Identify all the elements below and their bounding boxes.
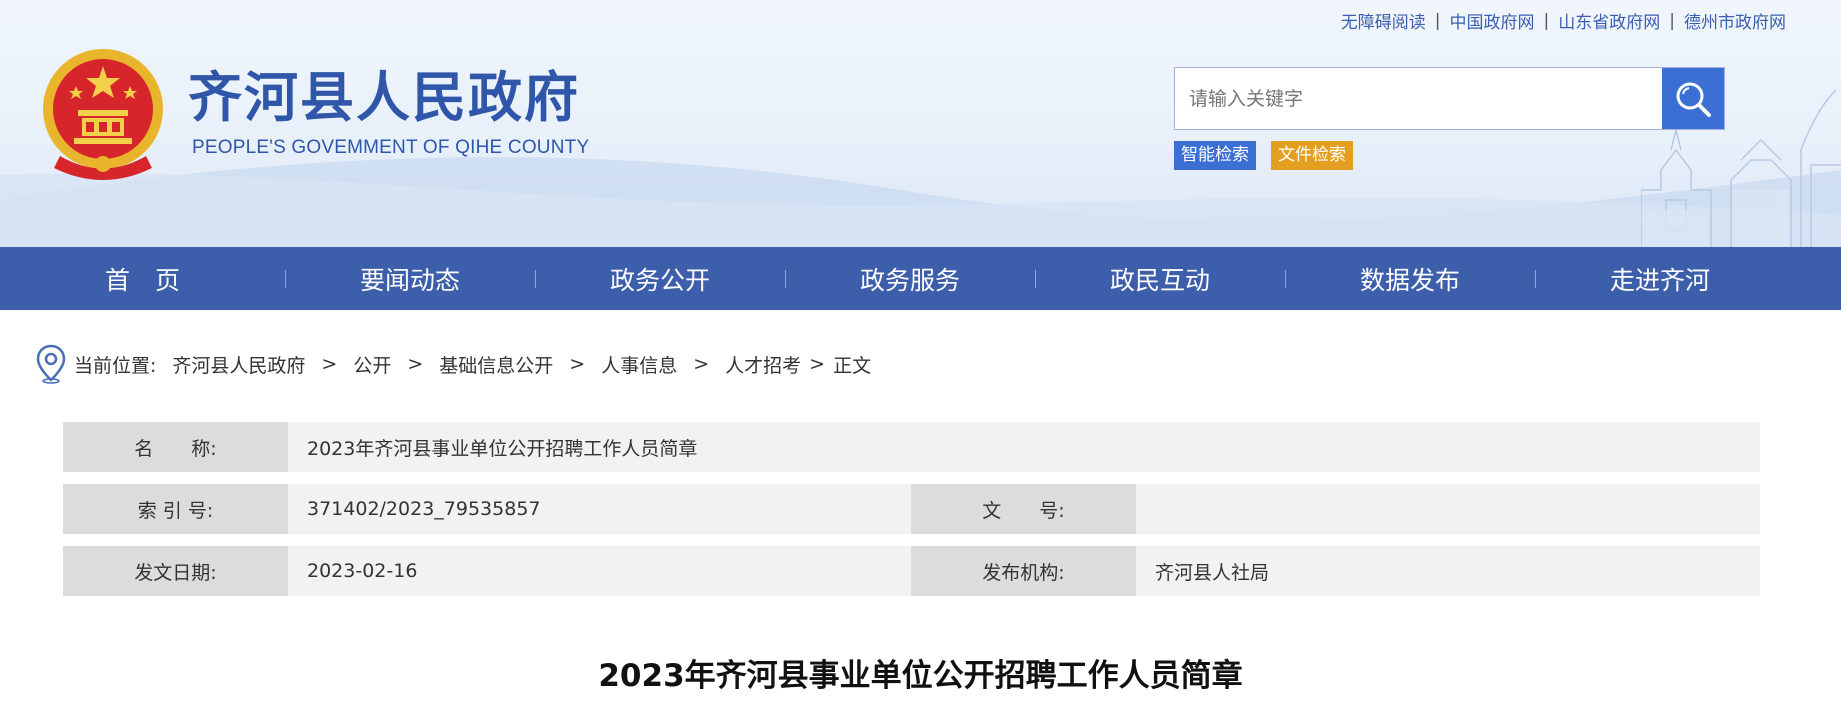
article-title: 2023年齐河县事业单位公开招聘工作人员简章 (598, 658, 1243, 694)
breadcrumb-item[interactable]: 人事信息 (601, 351, 677, 378)
info-row-name: 名 称: 2023年齐河县事业单位公开招聘工作人员简章 (63, 422, 1760, 472)
info-row-date: 发文日期: 2023-02-16 发布机构: 齐河县人社局 (63, 546, 1760, 596)
info-value: 371402/2023_79535857 (307, 498, 541, 520)
breadcrumb: 当前位置: 齐河县人民政府 > 公开 > 基础信息公开 > 人事信息 > 人才招… (36, 344, 871, 384)
info-label: 名 称: (63, 422, 288, 472)
nav-about-qihe[interactable]: 走进齐河 (1535, 247, 1785, 310)
breadcrumb-separator: > (321, 353, 338, 375)
info-label: 文 号: (911, 484, 1136, 534)
nav-data-release[interactable]: 数据发布 (1285, 247, 1535, 310)
smart-search-button[interactable]: 智能检索 (1174, 141, 1256, 170)
landmark-illustration (1641, 90, 1841, 247)
search-input[interactable] (1175, 68, 1662, 129)
breadcrumb-item[interactable]: 基础信息公开 (439, 351, 553, 378)
breadcrumb-item[interactable]: 公开 (353, 351, 391, 378)
nav-interaction[interactable]: 政民互动 (1035, 247, 1285, 310)
link-shandong-gov[interactable]: 山东省政府网 (1558, 8, 1660, 33)
info-value (1136, 484, 1760, 534)
info-value: 齐河县人社局 (1155, 561, 1270, 584)
nav-gov-service[interactable]: 政务服务 (785, 247, 1035, 310)
separator: | (1543, 10, 1550, 31)
breadcrumb-separator: > (569, 353, 586, 375)
main-nav: 首 页 要闻动态 政务公开 政务服务 政民互动 数据发布 走进齐河 (0, 247, 1841, 310)
breadcrumb-prefix: 当前位置: (74, 354, 157, 377)
breadcrumb-item[interactable]: 人才招考 (725, 351, 801, 378)
breadcrumb-separator: > (809, 353, 826, 375)
separator: | (1669, 10, 1675, 31)
breadcrumb-item[interactable]: 齐河县人民政府 (172, 351, 305, 378)
nav-home[interactable]: 首 页 (0, 247, 285, 310)
file-search-button[interactable]: 文件检索 (1271, 141, 1353, 170)
link-dezhou-gov[interactable]: 德州市政府网 (1684, 8, 1786, 33)
location-pin-icon (36, 344, 66, 384)
document-info-table: 名 称: 2023年齐河县事业单位公开招聘工作人员简章 索 引 号: 37140… (63, 422, 1760, 608)
breadcrumb-separator: > (693, 353, 710, 375)
site-title[interactable]: 齐河县人民政府 (188, 66, 580, 130)
info-label: 索 引 号: (63, 484, 288, 534)
info-row-index: 索 引 号: 371402/2023_79535857 文 号: (63, 484, 1760, 534)
info-value: 2023年齐河县事业单位公开招聘工作人员简章 (307, 437, 698, 460)
site-header: 无障碍阅读 | 中国政府网 | 山东省政府网 | 德州市政府网 齐河县人民政府 … (0, 0, 1841, 247)
info-label: 发布机构: (911, 546, 1136, 596)
breadcrumb-current: 正文 (833, 354, 872, 377)
link-gov-cn[interactable]: 中国政府网 (1450, 8, 1535, 33)
link-accessibility[interactable]: 无障碍阅读 (1341, 8, 1426, 33)
nav-news[interactable]: 要闻动态 (285, 247, 535, 310)
national-emblem-icon[interactable] (40, 46, 166, 184)
site-subtitle: PEOPLE'S GOVEMMENT OF QIHE COUNTY (192, 137, 590, 158)
separator: | (1434, 10, 1441, 31)
nav-gov-open[interactable]: 政务公开 (535, 247, 785, 310)
info-value: 2023-02-16 (307, 560, 418, 582)
info-label: 发文日期: (63, 546, 288, 596)
breadcrumb-separator: > (407, 353, 424, 375)
top-links: 无障碍阅读 | 中国政府网 | 山东省政府网 | 德州市政府网 (1341, 8, 1786, 34)
